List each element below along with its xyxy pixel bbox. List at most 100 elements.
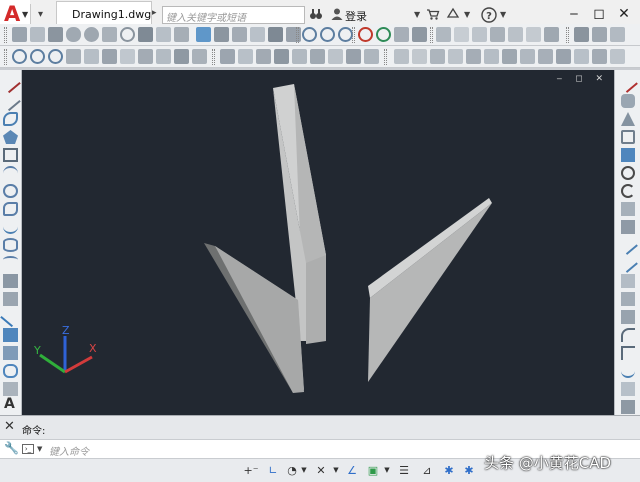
realistic-style-icon[interactable] bbox=[610, 27, 625, 42]
taper-faces-icon[interactable] bbox=[544, 27, 559, 42]
color-edges-icon[interactable] bbox=[238, 49, 253, 64]
wrench-icon[interactable]: 🔧 bbox=[4, 441, 19, 455]
extend-tool-icon[interactable] bbox=[618, 253, 638, 273]
toolbar-grip[interactable] bbox=[4, 49, 7, 65]
cart-icon[interactable] bbox=[426, 7, 440, 23]
nw-isometric-icon[interactable] bbox=[556, 49, 571, 64]
subtract-tool-icon[interactable] bbox=[320, 27, 335, 42]
polar-tracking-icon[interactable]: ◔ bbox=[285, 463, 299, 478]
se-isometric-icon[interactable] bbox=[520, 49, 535, 64]
table-tool-icon[interactable] bbox=[3, 382, 18, 396]
toolbar-grip[interactable] bbox=[352, 27, 355, 43]
extrude-faces-icon[interactable] bbox=[454, 27, 469, 42]
toolbar-grip[interactable] bbox=[430, 27, 433, 43]
copy-edges-icon[interactable] bbox=[220, 49, 235, 64]
toolbar-grip[interactable] bbox=[296, 27, 299, 43]
subtract-tool-icon[interactable] bbox=[30, 49, 45, 64]
erase-tool-icon[interactable] bbox=[618, 73, 638, 93]
properties-tool-icon[interactable] bbox=[621, 400, 635, 414]
region-tool-icon[interactable] bbox=[3, 364, 18, 378]
copy-faces-icon[interactable] bbox=[174, 49, 189, 64]
tab-scroll-arrow[interactable]: ▸ bbox=[152, 8, 162, 22]
delete-faces-icon[interactable] bbox=[508, 27, 523, 42]
view-top-icon[interactable] bbox=[394, 49, 409, 64]
explode-tool-icon[interactable] bbox=[621, 382, 635, 396]
shell-icon[interactable] bbox=[310, 49, 325, 64]
offset-tool-icon[interactable] bbox=[621, 130, 635, 144]
transparency-icon[interactable]: ⊿ bbox=[420, 463, 434, 478]
fillet-tool-icon[interactable] bbox=[621, 328, 635, 342]
break-tool-icon[interactable] bbox=[621, 292, 635, 306]
3d-array-icon[interactable] bbox=[412, 27, 427, 42]
point-tool-icon[interactable] bbox=[0, 306, 21, 328]
polyline-tool-icon[interactable] bbox=[3, 112, 18, 126]
view-right-icon[interactable] bbox=[448, 49, 463, 64]
stretch-tool-icon[interactable] bbox=[621, 220, 635, 234]
union-tool-icon[interactable] bbox=[302, 27, 317, 42]
cylinder-tool-icon[interactable] bbox=[102, 27, 117, 42]
copy-tool-icon[interactable] bbox=[621, 94, 635, 108]
offset-faces-icon[interactable] bbox=[490, 27, 505, 42]
blend-curves-icon[interactable] bbox=[621, 364, 635, 378]
search-input[interactable]: 键入关键字或短语 bbox=[162, 6, 305, 24]
ucs-origin-icon[interactable] bbox=[610, 49, 625, 64]
minimize-button[interactable]: ‒ bbox=[562, 3, 586, 25]
cone-tool-icon[interactable] bbox=[66, 27, 81, 42]
taper-faces-icon[interactable] bbox=[156, 49, 171, 64]
gradient-tool-icon[interactable] bbox=[3, 346, 18, 360]
command-prompt-icon[interactable]: ›_ bbox=[22, 444, 34, 454]
rotate-faces-icon[interactable] bbox=[138, 49, 153, 64]
toolbar-grip[interactable] bbox=[212, 49, 215, 65]
lineweight-icon[interactable]: ☰ bbox=[397, 463, 411, 478]
view-front-icon[interactable] bbox=[466, 49, 481, 64]
binoculars-icon[interactable] bbox=[309, 7, 323, 23]
polygon-tool-icon[interactable] bbox=[3, 130, 18, 144]
join-tool-icon[interactable] bbox=[621, 310, 635, 324]
rotate-tool-icon[interactable] bbox=[621, 184, 635, 198]
3d-rotate-icon[interactable] bbox=[376, 27, 391, 42]
offset-faces-icon[interactable] bbox=[102, 49, 117, 64]
ortho-mode-icon[interactable]: ∟ bbox=[266, 463, 280, 478]
annotation-visibility-icon[interactable]: ✱ bbox=[462, 463, 476, 478]
viewport-controls[interactable]: ‒ ◻ ✕ bbox=[557, 74, 608, 84]
chevron-down-icon[interactable]: ▼ bbox=[414, 10, 420, 19]
chevron-down-icon[interactable]: ▼ bbox=[37, 445, 42, 453]
color-faces-icon[interactable] bbox=[192, 49, 207, 64]
object-snap-icon[interactable]: ▣ bbox=[366, 463, 380, 478]
visual-style-icon[interactable] bbox=[574, 27, 589, 42]
chevron-down-icon[interactable]: ▼ bbox=[464, 10, 470, 19]
isometric-drafting-icon[interactable]: ✕ bbox=[314, 463, 328, 478]
check-icon[interactable] bbox=[328, 49, 343, 64]
revolve-tool-icon[interactable] bbox=[214, 27, 229, 42]
mtext-tool-icon[interactable]: A bbox=[4, 396, 15, 412]
scale-tool-icon[interactable] bbox=[621, 202, 635, 216]
chamfer-tool-icon[interactable] bbox=[621, 346, 635, 360]
fillet-edge-icon[interactable] bbox=[346, 49, 361, 64]
clean-icon[interactable] bbox=[274, 49, 289, 64]
chevron-down-icon[interactable]: ▼ bbox=[300, 463, 308, 478]
intersect-tool-icon[interactable] bbox=[48, 49, 63, 64]
thicken-tool-icon[interactable] bbox=[268, 27, 283, 42]
toolbar-grip[interactable] bbox=[566, 27, 569, 43]
rectangle-tool-icon[interactable] bbox=[3, 148, 18, 162]
sphere-tool-icon[interactable] bbox=[84, 27, 99, 42]
pyramid-tool-icon[interactable] bbox=[48, 27, 63, 42]
view-left-icon[interactable] bbox=[430, 49, 445, 64]
rotate-faces-icon[interactable] bbox=[526, 27, 541, 42]
sw-isometric-icon[interactable] bbox=[502, 49, 517, 64]
xline-tool-icon[interactable] bbox=[0, 90, 21, 112]
close-icon[interactable]: ✕ bbox=[4, 419, 15, 434]
3d-move-icon[interactable] bbox=[358, 27, 373, 42]
view-back-icon[interactable] bbox=[484, 49, 499, 64]
make-block-icon[interactable] bbox=[3, 292, 18, 306]
chevron-down-icon[interactable]: ▼ bbox=[383, 463, 391, 478]
presspull-tool-icon[interactable] bbox=[174, 27, 189, 42]
view-bottom-icon[interactable] bbox=[412, 49, 427, 64]
arc-tool-icon[interactable] bbox=[3, 166, 18, 180]
3d-align-icon[interactable] bbox=[394, 27, 409, 42]
extrude-faces-icon[interactable] bbox=[66, 49, 81, 64]
spline-tool-icon[interactable] bbox=[3, 220, 18, 234]
break-at-point-icon[interactable] bbox=[621, 274, 635, 288]
slice-tool-icon[interactable] bbox=[250, 27, 265, 42]
close-button[interactable]: ✕ bbox=[612, 3, 636, 25]
